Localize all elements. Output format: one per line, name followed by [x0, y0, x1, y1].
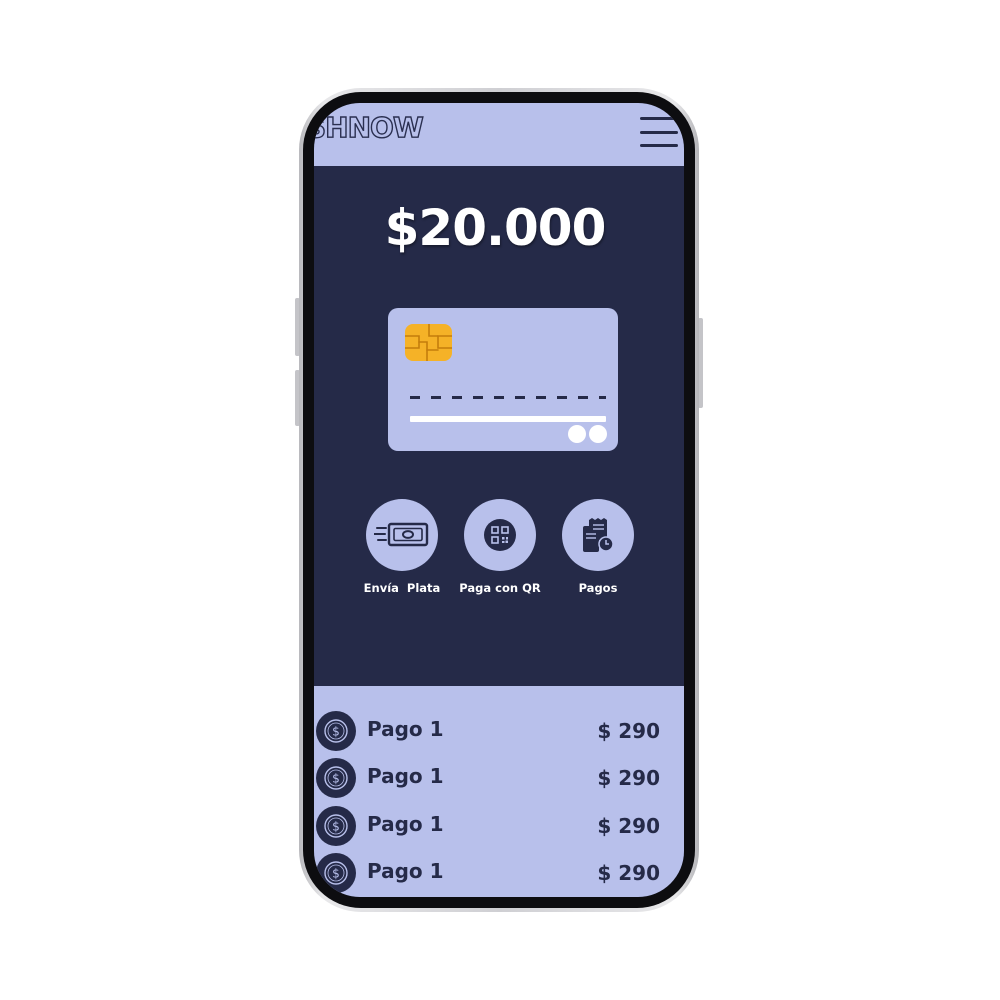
- list-item[interactable]: $ Pago 1 $ 290: [314, 806, 684, 848]
- send-money-button[interactable]: Envía Plata: [352, 499, 452, 595]
- list-item[interactable]: $ Pago 1 $ 290: [314, 758, 684, 800]
- pay-with-qr-label: Paga con QR: [459, 581, 541, 595]
- payment-amount: $ 290: [597, 814, 660, 838]
- app-header: SHNOW: [314, 103, 684, 166]
- svg-text:$: $: [332, 725, 340, 739]
- svg-text:$: $: [332, 772, 340, 786]
- card-stripe: [410, 416, 606, 422]
- app-logo[interactable]: SHNOW: [314, 110, 424, 144]
- list-item[interactable]: $ Pago 1 $ 290: [314, 711, 684, 753]
- dollar-coin-icon: $: [316, 806, 356, 846]
- money-send-icon: [374, 522, 429, 547]
- svg-text:$: $: [332, 867, 340, 881]
- card-chip-icon: [405, 324, 452, 361]
- hamburger-menu-icon[interactable]: [640, 117, 678, 147]
- card-brand-dot: [589, 425, 607, 443]
- action-circle: [562, 499, 634, 571]
- payment-title: Pago 1: [367, 859, 444, 883]
- payments-label: Pagos: [578, 581, 618, 595]
- app-screen: SHNOW $20.000 Envía Plata Paga con QR Pa…: [314, 103, 684, 897]
- dollar-coin-icon: $: [316, 853, 356, 893]
- payment-title: Pago 1: [367, 812, 444, 836]
- dollar-coin-icon: $: [316, 758, 356, 798]
- card-brand-dot: [568, 425, 586, 443]
- payments-button[interactable]: Pagos: [548, 499, 648, 595]
- card-number-dashes: [410, 396, 606, 399]
- dollar-coin-icon: $: [316, 711, 356, 751]
- svg-text:$: $: [332, 820, 340, 834]
- receipt-icon: [583, 518, 614, 552]
- payment-title: Pago 1: [367, 764, 444, 788]
- list-item[interactable]: $ Pago 1 $ 290: [314, 853, 684, 895]
- action-circle: [464, 499, 536, 571]
- qr-code-icon: [484, 519, 516, 551]
- payment-amount: $ 290: [597, 766, 660, 790]
- balance-amount: $20.000: [384, 199, 607, 257]
- send-money-label: Envía Plata: [363, 581, 441, 595]
- payment-amount: $ 290: [597, 861, 660, 885]
- payment-title: Pago 1: [367, 717, 444, 741]
- payments-list: $ Pago 1 $ 290 $ Pago 1 $ 290 $ Pago 1 $…: [314, 686, 684, 897]
- payment-amount: $ 290: [597, 719, 660, 743]
- action-circle: [366, 499, 438, 571]
- pay-with-qr-button[interactable]: Paga con QR: [450, 499, 550, 595]
- credit-card[interactable]: [388, 308, 618, 451]
